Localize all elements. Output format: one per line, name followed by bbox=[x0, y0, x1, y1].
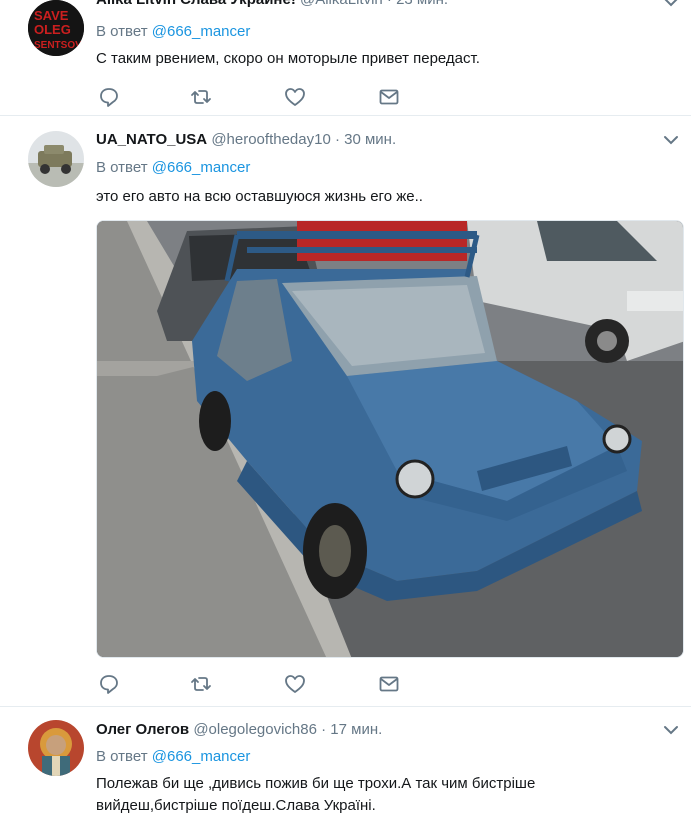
tweet-actions bbox=[96, 673, 416, 695]
mention-link[interactable]: @666_mancer bbox=[152, 748, 251, 765]
heart-icon[interactable] bbox=[284, 86, 306, 108]
svg-text:SENTSOV: SENTSOV bbox=[34, 40, 82, 51]
user-handle[interactable]: @AlikaLitvin bbox=[300, 0, 383, 8]
chevron-down-icon[interactable] bbox=[663, 724, 679, 736]
reply-context: В ответ @666_mancer bbox=[96, 23, 251, 40]
user-handle[interactable]: @herooftheday10 bbox=[211, 131, 330, 148]
tweet-text: это его авто на всю оставшуюся жизнь его… bbox=[96, 188, 423, 205]
reply-icon[interactable] bbox=[98, 86, 120, 108]
user-handle[interactable]: @olegolegovich86 bbox=[193, 721, 317, 738]
tweet-text: Полежав би ще ,дивись пожив би ще трохи.… bbox=[96, 775, 536, 814]
tweet-header: Alika Litvin Слава Украине! @AlikaLitvin… bbox=[96, 0, 651, 8]
mention-link[interactable]: @666_mancer bbox=[152, 159, 251, 176]
avatar[interactable] bbox=[28, 720, 84, 776]
tweet-header: UA_NATO_USA @herooftheday10 · 30 мин. bbox=[96, 131, 651, 148]
avatar[interactable] bbox=[28, 131, 84, 187]
retweet-icon[interactable] bbox=[190, 86, 212, 108]
envelope-icon[interactable] bbox=[378, 673, 400, 695]
avatar-logo-text: SAVE bbox=[34, 8, 69, 23]
avatar[interactable]: SAVE OLEG SENTSOV bbox=[28, 0, 84, 56]
reply-context: В ответ @666_mancer bbox=[96, 159, 251, 176]
car-photo-image bbox=[97, 221, 683, 657]
reply-icon[interactable] bbox=[98, 673, 120, 695]
tweet-actions bbox=[96, 86, 416, 108]
chevron-down-icon[interactable] bbox=[663, 0, 679, 8]
retweet-icon[interactable] bbox=[190, 673, 212, 695]
tweet[interactable]: SAVE OLEG SENTSOV Alika Litvin Слава Укр… bbox=[0, 0, 691, 116]
display-name[interactable]: Alika Litvin Слава Украине! bbox=[96, 0, 296, 8]
svg-text:OLEG: OLEG bbox=[34, 22, 71, 37]
display-name[interactable]: Олег Олегов bbox=[96, 721, 189, 738]
timestamp[interactable]: · 17 мин. bbox=[321, 721, 382, 738]
display-name[interactable]: UA_NATO_USA bbox=[96, 131, 207, 148]
tweet[interactable]: UA_NATO_USA @herooftheday10 · 30 мин. В … bbox=[0, 116, 691, 707]
mention-link[interactable]: @666_mancer bbox=[152, 23, 251, 40]
chevron-down-icon[interactable] bbox=[663, 134, 679, 146]
heart-icon[interactable] bbox=[284, 673, 306, 695]
envelope-icon[interactable] bbox=[378, 86, 400, 108]
timestamp[interactable]: · 23 мин. bbox=[387, 0, 448, 8]
tweet-text: С таким рвением, скоро он моторыле приве… bbox=[96, 50, 480, 67]
tweet-header: Олег Олегов @olegolegovich86 · 17 мин. bbox=[96, 721, 651, 738]
reply-context: В ответ @666_mancer bbox=[96, 748, 251, 765]
tweet[interactable]: Олег Олегов @olegolegovich86 · 17 мин. В… bbox=[0, 707, 691, 819]
timestamp[interactable]: · 30 мин. bbox=[335, 131, 396, 148]
tweet-photo[interactable] bbox=[96, 220, 684, 658]
